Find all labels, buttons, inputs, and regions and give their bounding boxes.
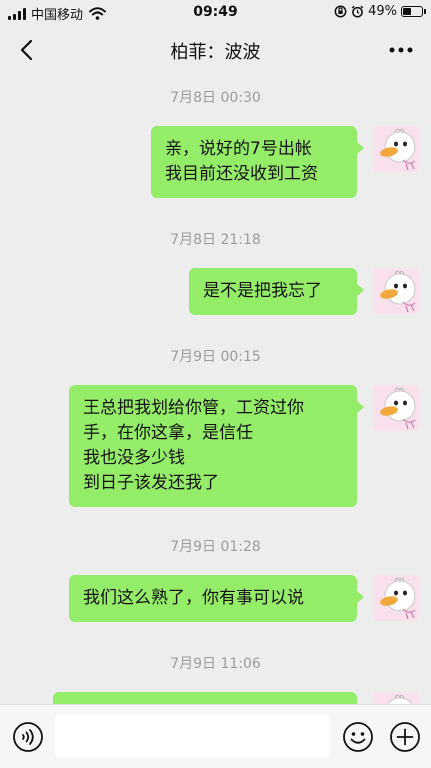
- chat-title: 柏菲：波波: [170, 42, 261, 63]
- message-bubble[interactable]: 是不是把我忘了: [189, 268, 364, 315]
- message-bubble[interactable]: 我们这么熟了，你有事可以说: [69, 575, 364, 622]
- plus-button[interactable]: [388, 720, 422, 754]
- message-timestamp: 7月9日 01:28: [170, 539, 261, 555]
- message-timestamp: 7月9日 11:06: [170, 656, 261, 672]
- input-bar: [0, 704, 431, 768]
- duck-avatar[interactable]: [373, 692, 419, 704]
- battery-icon: [401, 6, 426, 17]
- duck-avatar[interactable]: [373, 385, 419, 431]
- more-button[interactable]: [385, 34, 417, 66]
- message-input[interactable]: [55, 714, 330, 758]
- battery-percent: 49%: [368, 4, 397, 19]
- duck-avatar[interactable]: [373, 575, 419, 621]
- emoji-icon: [343, 722, 373, 752]
- chat-area[interactable]: 7月8日 00:30 亲，说好的7号出帐 我目前还没收到工资 7月8日 21:1…: [0, 74, 431, 704]
- plus-icon: [390, 722, 420, 752]
- status-bar: 中国移动 09:49 49%: [0, 0, 431, 26]
- voice-button[interactable]: [11, 720, 45, 754]
- alarm-icon: [351, 5, 364, 18]
- more-icon: [389, 47, 413, 53]
- status-right: 49%: [334, 4, 426, 19]
- message-bubble[interactable]: 亲，说好的7号出帐 我目前还没收到工资: [151, 126, 364, 198]
- message-timestamp: 7月9日 00:15: [170, 349, 261, 365]
- message-bubble[interactable]: [53, 692, 357, 704]
- duck-avatar[interactable]: [373, 268, 419, 314]
- chat-header: 柏菲：波波: [0, 26, 431, 74]
- message-bubble[interactable]: 王总把我划给你管，工资过你 手，在你这拿，是信任 我也没多少钱 到日子该发还我了: [69, 385, 364, 507]
- duck-avatar[interactable]: [373, 126, 419, 172]
- message-timestamp: 7月8日 00:30: [170, 90, 261, 106]
- emoji-button[interactable]: [341, 720, 375, 754]
- voice-icon: [13, 722, 43, 752]
- message-timestamp: 7月8日 21:18: [170, 232, 261, 248]
- orientation-lock-icon: [334, 5, 347, 18]
